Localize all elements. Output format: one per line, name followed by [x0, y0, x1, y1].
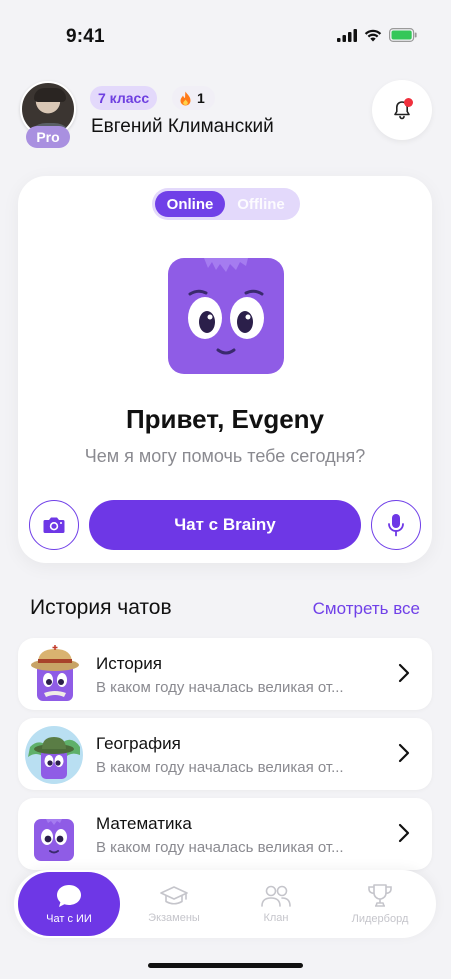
camera-button[interactable]	[29, 500, 79, 550]
streak-count: 1	[197, 90, 205, 106]
math-mascot-icon	[34, 819, 74, 861]
notification-dot	[404, 98, 413, 107]
mode-online[interactable]: Online	[155, 191, 225, 217]
user-name: Евгений Климанский	[91, 116, 274, 137]
chat-item-preview: В каком году началась великая от...	[96, 679, 344, 696]
chevron-right-icon	[398, 823, 410, 843]
chat-with-brainy-button[interactable]: Чат с Brainy	[89, 500, 361, 550]
avatar-hair	[34, 88, 66, 102]
tab-label: Клан	[263, 912, 289, 924]
tab-ai-chat[interactable]: Чат с ИИ	[18, 872, 120, 936]
status-time: 9:41	[66, 26, 105, 47]
wifi-icon	[364, 29, 382, 41]
chat-history-item[interactable]: История В каком году началась великая от…	[18, 638, 432, 710]
trophy-icon	[368, 884, 392, 907]
tab-leaderboard[interactable]: Лидерборд	[338, 870, 422, 938]
see-all-link[interactable]: Смотреть все	[313, 599, 420, 619]
tab-clan[interactable]: Клан	[236, 870, 316, 938]
chat-history-item[interactable]: Математика В каком году началась великая…	[18, 798, 432, 870]
class-badge: 7 класс	[90, 86, 158, 110]
tab-label: Лидерборд	[351, 913, 409, 925]
greeting: Привет, Evgeny	[125, 404, 325, 434]
assistant-card: Online Offline Привет, Evgeny Чем я могу…	[18, 176, 432, 563]
chat-item-title: История	[96, 654, 162, 673]
chat-history-title: История чатов	[30, 596, 172, 619]
pro-badge: Pro	[26, 126, 70, 148]
fire-icon	[180, 91, 191, 105]
microphone-icon	[388, 514, 404, 537]
mode-offline[interactable]: Offline	[225, 191, 297, 217]
status-icons	[337, 28, 417, 42]
chevron-right-icon	[398, 663, 410, 683]
graduation-cap-icon	[160, 886, 188, 905]
brainy-mascot-icon	[168, 258, 284, 374]
home-indicator	[148, 963, 303, 968]
chat-item-preview: В каком году началась великая от...	[96, 839, 344, 856]
signal-icon	[337, 28, 357, 42]
bottom-tab-bar: Чат с ИИ Экзамены Клан Лидерборд	[14, 870, 436, 938]
chevron-right-icon	[398, 743, 410, 763]
tab-exams[interactable]: Экзамены	[134, 870, 214, 938]
tab-label: Экзамены	[148, 912, 200, 924]
status-bar: 9:41	[0, 0, 451, 70]
chat-item-title: География	[96, 734, 181, 753]
mode-toggle[interactable]: Online Offline	[152, 188, 300, 220]
camera-icon	[43, 517, 65, 533]
history-mascot-icon	[31, 645, 79, 701]
notifications-button[interactable]	[372, 80, 432, 140]
battery-icon	[389, 28, 417, 42]
greeting-subtitle: Чем я могу помочь тебе сегодня?	[84, 446, 366, 466]
profile-header: Pro 7 класс 1 Евгений Климанский	[0, 78, 451, 158]
chat-history-item[interactable]: География В каком году началась великая …	[18, 718, 432, 790]
chat-item-preview: В каком году началась великая от...	[96, 759, 344, 776]
chat-item-title: Математика	[96, 814, 192, 833]
streak-badge: 1	[172, 86, 215, 110]
users-icon	[261, 885, 291, 907]
chat-bubble-icon	[57, 885, 81, 907]
tab-label: Чат с ИИ	[46, 913, 92, 925]
microphone-button[interactable]	[371, 500, 421, 550]
geography-mascot-icon	[25, 726, 83, 784]
